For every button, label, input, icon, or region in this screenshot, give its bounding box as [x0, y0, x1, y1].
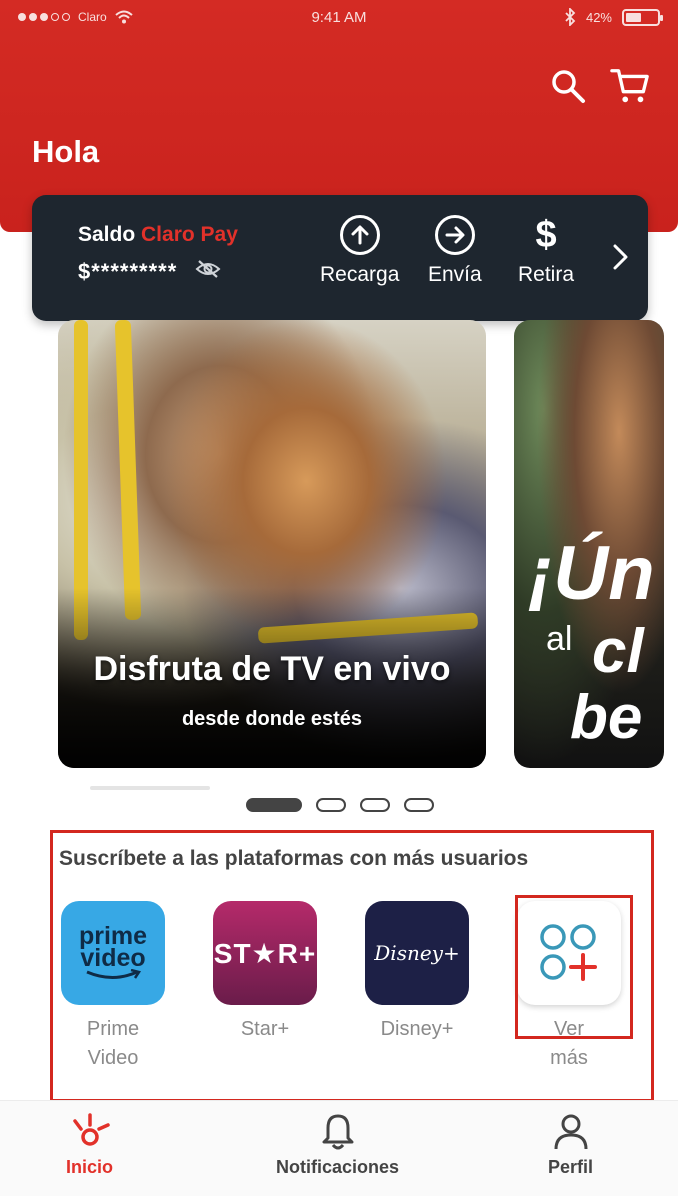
retira-button[interactable]: $ Retira: [518, 215, 574, 287]
banner2-line2-small: al: [546, 620, 573, 658]
battery-percent: 42%: [585, 9, 612, 25]
greeting-title: Hola: [32, 134, 100, 169]
envia-button[interactable]: Envía: [428, 215, 482, 287]
nav-label-notificaciones: Notificaciones: [276, 1157, 400, 1177]
nav-label-perfil: Perfil: [548, 1157, 594, 1177]
banner-pagination: [246, 798, 434, 812]
platforms-section: Suscríbete a las plataformas con más usu…: [50, 830, 654, 1102]
status-right: 42%: [564, 8, 663, 26]
bell-icon: [322, 1114, 354, 1150]
star-plus-label: Star+: [240, 1018, 290, 1040]
eye-off-icon: [195, 260, 221, 278]
cart-button[interactable]: [610, 64, 650, 108]
pagination-dot[interactable]: [404, 798, 434, 812]
search-button[interactable]: [548, 64, 588, 108]
prime-video-label: Prime Video: [86, 1018, 140, 1069]
divider: [90, 786, 210, 790]
prime-video-logo: prime video: [61, 901, 165, 1005]
bluetooth-icon: [565, 8, 576, 26]
recarga-button[interactable]: Recarga: [320, 215, 399, 287]
battery-icon: [622, 8, 663, 26]
platform-star-plus[interactable]: ST★R+ Star+: [205, 901, 325, 1044]
nav-item-notificaciones[interactable]: Notificaciones: [276, 1111, 399, 1178]
recarga-label: Recarga: [320, 263, 400, 286]
wallet-brand: Claro Pay: [141, 223, 238, 246]
user-icon: [554, 1114, 588, 1150]
banner-tv-en-vivo[interactable]: Disfruta de TV en vivo desde donde estés: [58, 320, 486, 768]
prime-logo-line2: video: [80, 944, 146, 972]
claro-pay-wallet-card: Saldo Claro Pay $********* Recarga Envía…: [32, 195, 648, 321]
header-actions: [548, 64, 650, 108]
status-bar: Claro 9:41 AM 42%: [0, 0, 678, 38]
home-burst-icon: [72, 1113, 110, 1146]
platform-disney-plus[interactable]: Disney+ Disney+: [357, 901, 477, 1044]
wallet-balance: $*********: [78, 259, 221, 285]
nav-item-inicio[interactable]: Inicio: [66, 1111, 113, 1178]
banner-secondary[interactable]: ¡Ún al cl be: [514, 320, 664, 768]
pagination-dot[interactable]: [360, 798, 390, 812]
wallet-title-prefix: Saldo: [78, 223, 142, 246]
disney-plus-label: Disney+: [380, 1018, 454, 1040]
dollar-icon: $: [535, 214, 557, 256]
banner2-line3: be: [570, 683, 643, 752]
envia-label: Envía: [428, 263, 482, 286]
arrow-up-circle-icon: [339, 215, 380, 255]
banner-subtitle: desde donde estés: [181, 708, 363, 730]
arrow-right-circle-icon: [434, 215, 475, 255]
banner2-line2-big: cl: [592, 617, 644, 686]
nav-item-perfil[interactable]: Perfil: [548, 1111, 593, 1178]
cart-icon: [610, 69, 649, 103]
search-icon: [552, 70, 585, 103]
star-plus-logo: ST★R+: [213, 901, 317, 1005]
banner-title: Disfruta de TV en vivo: [93, 650, 451, 688]
smile-arrow-icon: [86, 969, 142, 979]
disney-plus-logo: Disney+: [365, 901, 469, 1005]
nav-label-inicio: Inicio: [66, 1157, 114, 1177]
wallet-title: Saldo Claro Pay: [78, 223, 238, 247]
wallet-next-button[interactable]: [612, 243, 630, 276]
ver-mas-highlight: [515, 895, 633, 1039]
banner-decoration: [114, 320, 142, 621]
platform-prime-video[interactable]: prime video Prime Video: [53, 901, 173, 1073]
pagination-dot[interactable]: [316, 798, 346, 812]
retira-label: Retira: [518, 263, 575, 286]
bottom-navigation: Inicio Notificaciones Perfil: [0, 1100, 678, 1196]
pagination-dot-active[interactable]: [246, 798, 302, 812]
chevron-right-icon: [613, 244, 628, 270]
balance-masked: $*********: [78, 259, 178, 284]
banner2-line1: ¡Ún: [528, 531, 655, 616]
platforms-title: Suscríbete a las plataformas con más usu…: [59, 847, 529, 870]
toggle-balance-visibility-button[interactable]: [195, 259, 221, 285]
